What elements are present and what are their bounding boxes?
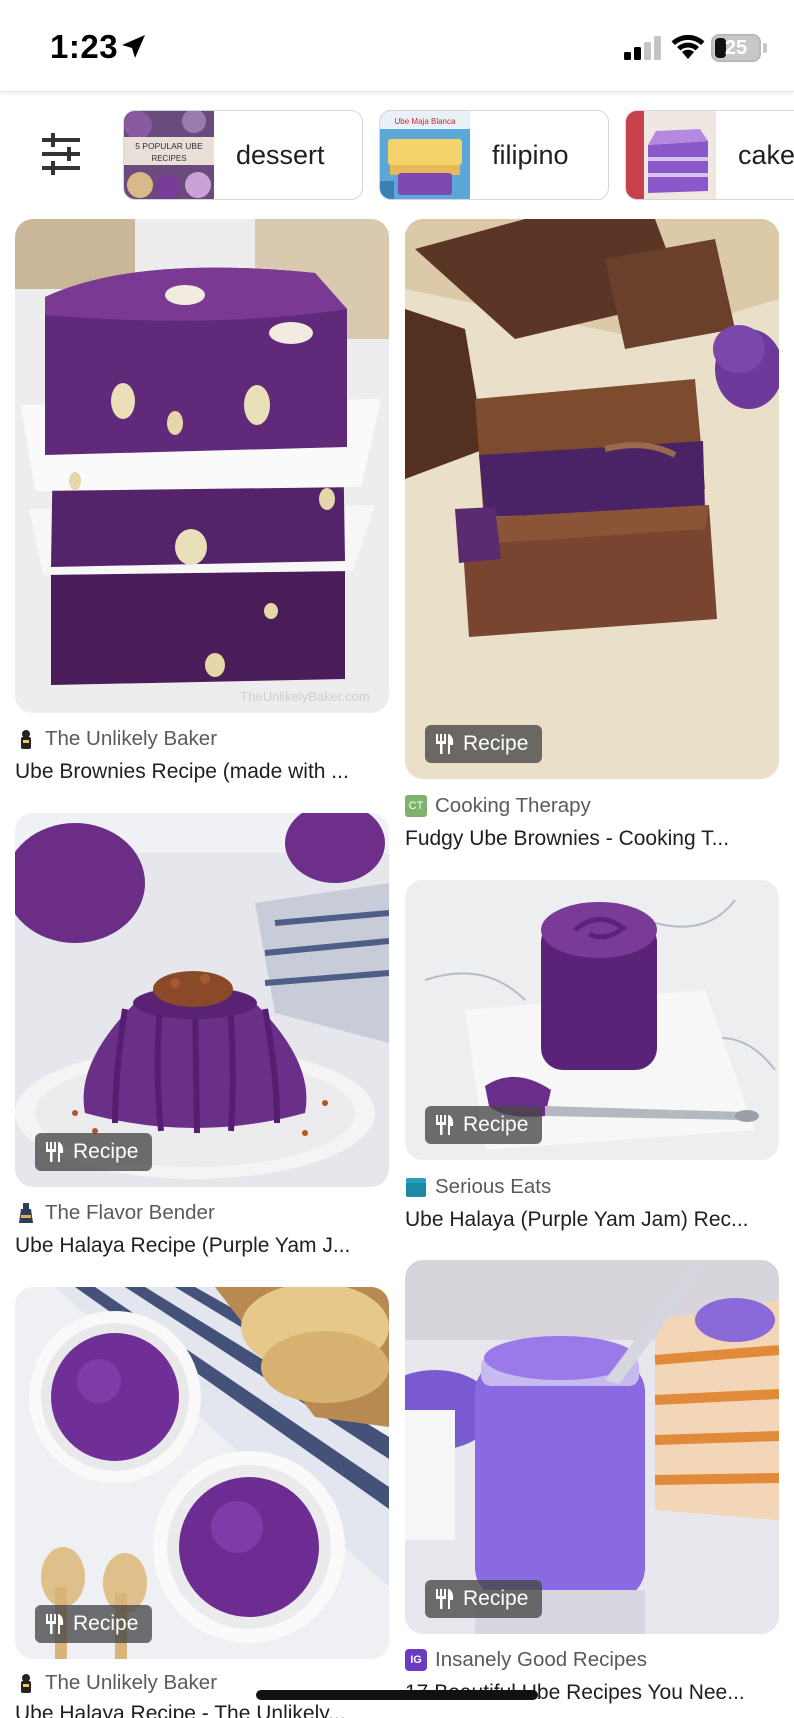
flavor-bender-favicon-icon bbox=[19, 1203, 33, 1223]
result-image[interactable]: Recipe bbox=[405, 219, 779, 779]
recipe-badge: Recipe bbox=[35, 1133, 153, 1171]
chip-filipino[interactable]: Ube Maja Blanca filipino bbox=[379, 110, 609, 200]
recipe-badge: Recipe bbox=[35, 1605, 153, 1643]
filter-chips-row: 5 POPULAR UBE RECIPES dessert Ube Maja B… bbox=[0, 100, 794, 204]
cooking-therapy-favicon-icon: CT bbox=[405, 795, 427, 817]
chip-cake[interactable]: cake bbox=[625, 110, 794, 200]
result-image[interactable]: Recipe bbox=[405, 880, 779, 1160]
chef-hat-favicon-icon bbox=[21, 1674, 31, 1693]
chef-hat-favicon-icon bbox=[21, 730, 31, 749]
wifi-icon bbox=[671, 34, 705, 59]
source-name: Insanely Good Recipes bbox=[435, 1648, 647, 1671]
chip-label: filipino bbox=[492, 140, 569, 170]
result-card[interactable]: Recipe The Unlikely Baker Ube Halaya Rec… bbox=[15, 1287, 389, 1718]
source-name: The Flavor Bender bbox=[45, 1201, 215, 1224]
recipe-badge: Recipe bbox=[425, 1580, 543, 1618]
source-name: The Unlikely Baker bbox=[45, 727, 218, 750]
clock: 1:23 bbox=[50, 28, 119, 65]
watermark: TheUnlikelyBaker.com bbox=[240, 689, 369, 704]
fork-knife-icon bbox=[436, 1589, 454, 1609]
source-row[interactable]: The Unlikely Baker bbox=[15, 1668, 217, 1698]
source-name: Cooking Therapy bbox=[435, 794, 591, 817]
status-bar: 1:23 25 bbox=[0, 0, 794, 92]
chip-thumb-text-1: 5 POPULAR UBE bbox=[135, 141, 203, 151]
result-image[interactable]: Recipe bbox=[405, 1260, 779, 1634]
result-image[interactable]: TheUnlikelyBaker.com bbox=[15, 219, 389, 713]
recipe-badge-label: Recipe bbox=[463, 1113, 529, 1136]
result-title[interactable]: Ube Halaya (Purple Yam Jam) Rec... bbox=[405, 1208, 779, 1232]
chip-thumb-text-2: RECIPES bbox=[151, 154, 186, 163]
battery-icon: 25 bbox=[711, 34, 761, 62]
result-image[interactable]: Recipe bbox=[15, 813, 389, 1187]
fork-knife-icon bbox=[436, 1115, 454, 1135]
source-name: Serious Eats bbox=[435, 1175, 552, 1198]
insanely-good-favicon-icon: IG bbox=[405, 1649, 427, 1671]
result-image[interactable]: Recipe bbox=[15, 1287, 389, 1659]
source-row[interactable]: The Unlikely Baker bbox=[15, 724, 217, 754]
battery-tip bbox=[763, 43, 767, 53]
result-title[interactable]: Ube Brownies Recipe (made with ... bbox=[15, 760, 389, 784]
result-card[interactable]: Recipe IG Insanely Good Recipes 17 Beaut… bbox=[405, 1260, 779, 1710]
recipe-badge: Recipe bbox=[425, 1106, 543, 1144]
source-row[interactable]: IG Insanely Good Recipes bbox=[405, 1645, 647, 1675]
fork-knife-icon bbox=[46, 1142, 64, 1162]
fork-knife-icon bbox=[46, 1614, 64, 1634]
result-card[interactable]: Recipe Serious Eats Ube Halaya (Purple Y… bbox=[405, 880, 779, 1240]
source-row[interactable]: Serious Eats bbox=[405, 1172, 551, 1202]
chip-thumbnail: Ube Maja Blanca bbox=[380, 111, 470, 199]
recipe-badge-label: Recipe bbox=[73, 1140, 139, 1163]
source-name: The Unlikely Baker bbox=[45, 1671, 218, 1694]
recipe-badge-label: Recipe bbox=[463, 1587, 529, 1610]
filter-sliders-icon[interactable] bbox=[36, 130, 86, 180]
recipe-badge-label: Recipe bbox=[73, 1612, 139, 1635]
chip-label: dessert bbox=[236, 140, 325, 170]
result-card[interactable]: TheUnlikelyBaker.com The Unlikely Baker … bbox=[15, 219, 389, 789]
recipe-badge-label: Recipe bbox=[463, 732, 529, 755]
source-row[interactable]: CT Cooking Therapy bbox=[405, 791, 591, 821]
chip-thumb-text-1: Ube Maja Blanca bbox=[395, 117, 456, 126]
chip-dessert[interactable]: 5 POPULAR UBE RECIPES dessert bbox=[123, 110, 363, 200]
result-title[interactable]: Ube Halaya Recipe - The Unlikely... bbox=[15, 1702, 389, 1718]
home-indicator[interactable] bbox=[256, 1690, 538, 1700]
location-arrow-icon bbox=[122, 35, 145, 58]
result-title[interactable]: Ube Halaya Recipe (Purple Yam J... bbox=[15, 1234, 389, 1258]
result-card[interactable]: Recipe CT Cooking Therapy Fudgy Ube Brow… bbox=[405, 219, 779, 859]
cellular-signal-icon bbox=[624, 36, 661, 60]
result-card[interactable]: Recipe The Flavor Bender Ube Halaya Reci… bbox=[15, 813, 389, 1263]
chip-thumbnail bbox=[626, 111, 716, 199]
result-title[interactable]: Fudgy Ube Brownies - Cooking T... bbox=[405, 827, 779, 851]
battery-level: 25 bbox=[724, 37, 748, 59]
chip-thumbnail: 5 POPULAR UBE RECIPES bbox=[124, 111, 214, 199]
serious-eats-favicon-icon bbox=[406, 1178, 426, 1197]
source-row[interactable]: The Flavor Bender bbox=[15, 1198, 215, 1228]
chip-label: cake bbox=[738, 140, 794, 170]
fork-knife-icon bbox=[436, 734, 454, 754]
recipe-badge: Recipe bbox=[425, 725, 543, 763]
